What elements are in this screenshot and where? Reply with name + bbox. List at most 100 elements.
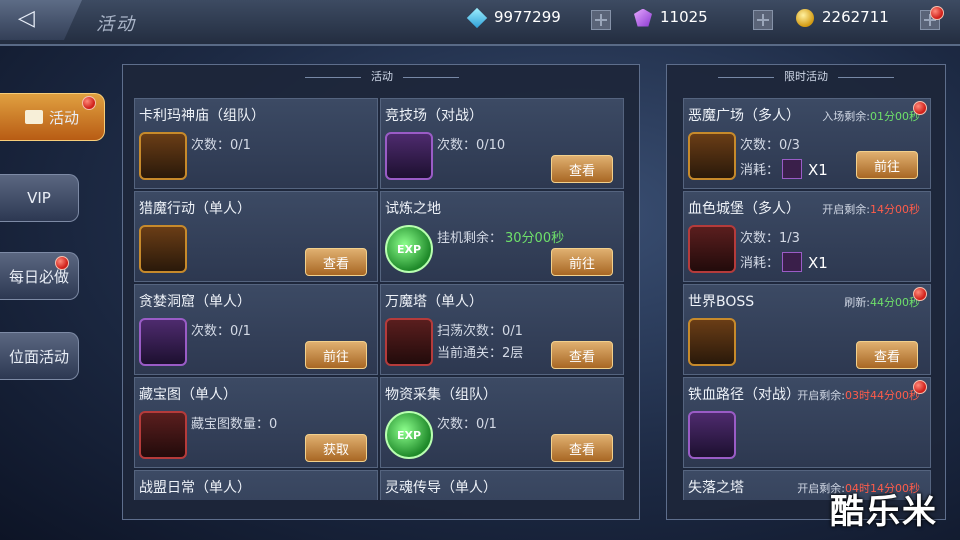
add-diamond-button[interactable] xyxy=(591,10,611,30)
activity-card[interactable]: 卡利玛神庙（组队） 次数：0/1 xyxy=(134,98,378,189)
notification-dot xyxy=(55,256,69,270)
book-icon xyxy=(24,110,43,124)
notification-dot xyxy=(913,287,927,301)
cost-item-icon xyxy=(782,159,802,179)
remaining-label: 开启剩余: xyxy=(822,203,870,216)
activity-action-button[interactable]: 查看 xyxy=(551,341,613,369)
diamond-currency: 9977299 xyxy=(466,7,561,32)
limited-activity-title: 失落之塔 xyxy=(688,480,744,496)
activity-info: 藏宝图数量：0 xyxy=(191,417,278,432)
activity-card[interactable]: 竞技场（对战） 次数：0/10 查看 xyxy=(380,98,624,189)
limited-activity-card[interactable]: 铁血路径（对战） 开启剩余:03时44分00秒 xyxy=(683,377,931,468)
activity-info: 挂机剩余： xyxy=(437,231,503,246)
activity-info: 扫荡次数：0/1 xyxy=(437,324,523,339)
activity-action-button[interactable]: 获取 xyxy=(305,434,367,462)
back-arrow-icon: ◁ xyxy=(18,6,35,31)
activity-info: 当前通关：2层 xyxy=(437,346,524,361)
activity-info: 30分00秒 xyxy=(505,231,565,246)
crystal-currency: 11025 xyxy=(634,8,708,32)
limited-activity-list: 恶魔广场（多人） 入场剩余:01分00秒 次数：0/3 消耗： X1 前往 血色城堡（多人）… xyxy=(683,98,931,500)
activity-action-button[interactable]: 查看 xyxy=(551,434,613,462)
limited-info: 次数：0/3 xyxy=(740,138,800,153)
activity-title: 万魔塔（单人） xyxy=(385,294,483,310)
remaining-time: 开启剩余:14分00秒 xyxy=(822,201,920,217)
tab-label: VIP xyxy=(27,189,51,207)
remaining-time-value: 44分00秒 xyxy=(870,296,920,309)
limited-action-button[interactable]: 查看 xyxy=(856,341,918,369)
limited-activity-title: 铁血路径（对战） xyxy=(688,387,800,403)
tab-label: 位面活动 xyxy=(8,347,69,366)
activity-title: 物资采集（组队） xyxy=(385,387,497,403)
activity-card[interactable]: 万魔塔（单人） 扫荡次数：0/1 当前通关：2层 查看 xyxy=(380,284,624,375)
activity-card[interactable]: 战盟日常（单人） xyxy=(134,470,378,500)
dragon-icon xyxy=(139,225,187,273)
crystal-icon xyxy=(139,411,187,459)
exp-icon: EXP xyxy=(385,225,433,273)
diamond-amount: 9977299 xyxy=(494,8,561,26)
gold-currency: 2262711 xyxy=(796,8,889,32)
activity-title: 战盟日常（单人） xyxy=(139,480,251,496)
crystal-amount: 11025 xyxy=(660,8,708,26)
limited-activity-title: 世界BOSS xyxy=(688,294,755,310)
limited-activity-card[interactable]: 恶魔广场（多人） 入场剩余:01分00秒 次数：0/3 消耗： X1 前往 xyxy=(683,98,931,189)
chest-icon xyxy=(688,318,736,366)
limited-info: 次数：1/3 xyxy=(740,231,800,246)
activity-action-button[interactable]: 查看 xyxy=(305,248,367,276)
tab-label: 活动 xyxy=(48,108,79,127)
activity-card[interactable]: 贪婪洞窟（单人） 次数：0/1 前往 xyxy=(134,284,378,375)
activity-title: 灵魂传导（单人） xyxy=(385,480,497,496)
limited-activity-card[interactable]: 血色城堡（多人） 开启剩余:14分00秒次数：1/3 消耗： X1 xyxy=(683,191,931,282)
page-title: 活动 xyxy=(96,14,136,35)
remaining-time: 开启剩余:03时44分00秒 xyxy=(797,387,920,403)
exp-icon: EXP xyxy=(385,411,433,459)
activity-action-button[interactable]: 前往 xyxy=(305,341,367,369)
notification-dot xyxy=(913,380,927,394)
activity-card[interactable]: 灵魂传导（单人） xyxy=(380,470,624,500)
remaining-time-value: 01分00秒 xyxy=(870,110,920,123)
activity-list: 卡利玛神庙（组队） 次数：0/1 竞技场（对战） 次数：0/10 查看 猎魔行动（单人）查… xyxy=(134,98,628,500)
activity-card[interactable]: 猎魔行动（单人） 查看 xyxy=(134,191,378,282)
activity-card[interactable]: 试炼之地 EXP 挂机剩余： 30分00秒前往 xyxy=(380,191,624,282)
remaining-time-value: 03时44分00秒 xyxy=(845,389,920,402)
notification-dot xyxy=(913,101,927,115)
remaining-time-value: 14分00秒 xyxy=(870,203,920,216)
crystal-icon xyxy=(688,225,736,273)
limited-info: 消耗： xyxy=(740,256,780,271)
activity-card[interactable]: 物资采集（组队） EXP 次数：0/1 查看 xyxy=(380,377,624,468)
gold-amount: 2262711 xyxy=(822,8,889,26)
limited-activity-card[interactable]: 世界BOSS 刷新:44分00秒查看 xyxy=(683,284,931,375)
notification-dot xyxy=(930,6,944,20)
activity-info: 次数：0/1 xyxy=(191,324,251,339)
tab-plane-activity[interactable]: 位面活动 xyxy=(0,332,79,380)
activity-title: 猎魔行动（单人） xyxy=(139,201,251,217)
gold-pile-icon xyxy=(139,318,187,366)
limited-action-button[interactable]: 前往 xyxy=(856,151,918,179)
section-title-activity: 活动 xyxy=(282,68,482,84)
crystal-icon xyxy=(634,8,652,27)
add-crystal-button[interactable] xyxy=(753,10,773,30)
remaining-time: 入场剩余:01分00秒 xyxy=(822,108,920,124)
notification-dot xyxy=(82,96,96,110)
gold-coin-icon xyxy=(796,8,814,27)
section-title-limited: 限时活动 xyxy=(706,68,906,84)
activity-action-button[interactable]: 前往 xyxy=(551,248,613,276)
activity-info: 次数：0/1 xyxy=(437,417,497,432)
chest-icon xyxy=(688,132,736,180)
limited-activity-title: 血色城堡（多人） xyxy=(688,201,800,217)
activity-info: 次数：0/10 xyxy=(437,138,506,153)
tab-vip[interactable]: VIP xyxy=(0,174,79,222)
limited-info: 消耗： xyxy=(740,163,780,178)
watermark: 酷乐米 xyxy=(830,492,938,532)
activity-title: 试炼之地 xyxy=(385,201,441,217)
cost-amount: X1 xyxy=(808,254,828,272)
chest-icon xyxy=(139,132,187,180)
activity-action-button[interactable]: 查看 xyxy=(551,155,613,183)
remaining-label: 入场剩余: xyxy=(822,110,870,123)
sun-emblem-icon xyxy=(688,411,736,459)
activity-card[interactable]: 藏宝图（单人） 藏宝图数量：0 获取 xyxy=(134,377,378,468)
cost-amount: X1 xyxy=(808,161,828,179)
remaining-time: 刷新:44分00秒 xyxy=(844,294,920,310)
remaining-label: 开启剩余: xyxy=(797,389,845,402)
activity-title: 贪婪洞窟（单人） xyxy=(139,294,251,310)
activity-info: 次数：0/1 xyxy=(191,138,251,153)
